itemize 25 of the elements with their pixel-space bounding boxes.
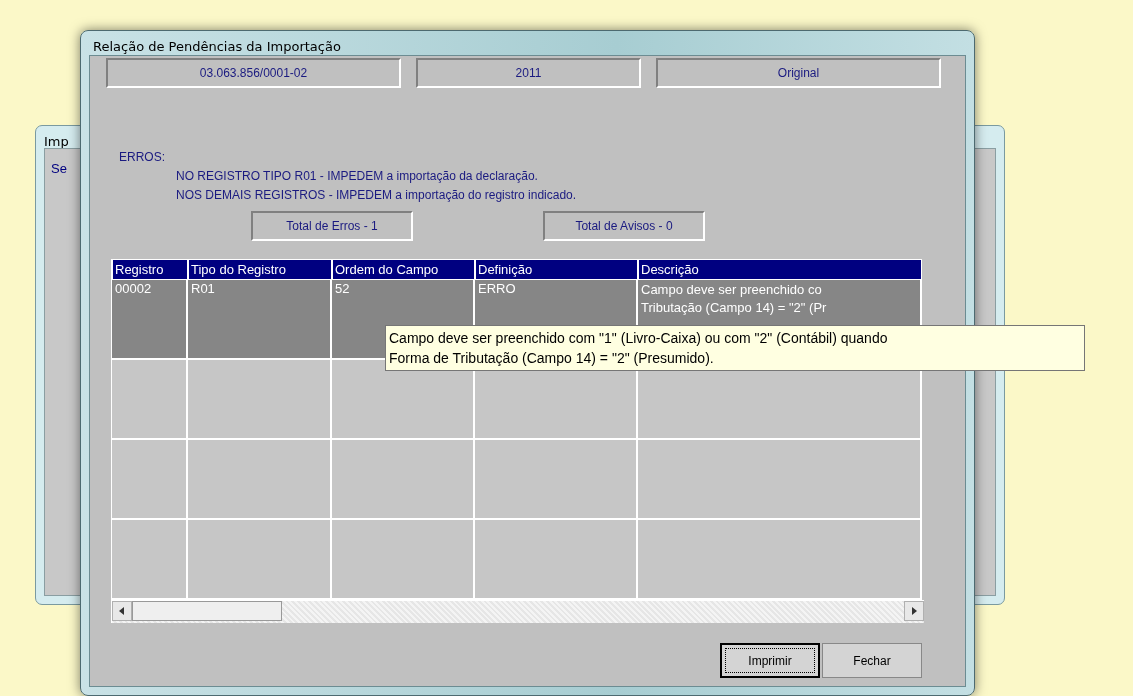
horizontal-scrollbar[interactable] (112, 600, 924, 623)
column-header[interactable]: Descrição (638, 259, 922, 280)
column-header[interactable]: Ordem do Campo (332, 259, 475, 280)
table-cell[interactable]: R01 (188, 280, 332, 360)
column-header[interactable]: Definição (475, 259, 638, 280)
scroll-right-icon[interactable] (904, 601, 924, 621)
total-field: Total de Erros - 1 (251, 211, 413, 241)
window-title: Relação de Pendências da Importação (92, 38, 341, 55)
scroll-thumb[interactable] (132, 601, 282, 621)
error-rule-text: NO REGISTRO TIPO R01 - IMPEDEM a importação da declaração. (176, 169, 538, 183)
table-cell[interactable]: 00002 (112, 280, 188, 360)
readonly-field: 2011 (416, 58, 641, 88)
window-title: Imp (44, 133, 69, 148)
scroll-left-icon[interactable] (112, 601, 132, 621)
error-rule-text: NOS DEMAIS REGISTROS - IMPEDEM a importação do registro indicado. (176, 188, 577, 202)
total-field: Total de Avisos - 0 (543, 211, 705, 241)
column-header[interactable]: Registro (112, 259, 188, 280)
errors-label: ERROS: (119, 150, 165, 164)
tooltip: Campo deve ser preenchido com "1" (Livro-Caixa) ou com "2" (Contábil) quando Forma de Tributação (Campo 14) = "2" (Presumido). (385, 325, 1085, 371)
column-header[interactable]: Tipo do Registro (188, 259, 332, 280)
label: Se (51, 161, 67, 176)
readonly-field: Original (656, 58, 941, 88)
close-button[interactable]: Fechar (822, 643, 922, 678)
print-button[interactable]: Imprimir (720, 643, 820, 678)
readonly-field: 03.063.856/0001-02 (106, 58, 401, 88)
